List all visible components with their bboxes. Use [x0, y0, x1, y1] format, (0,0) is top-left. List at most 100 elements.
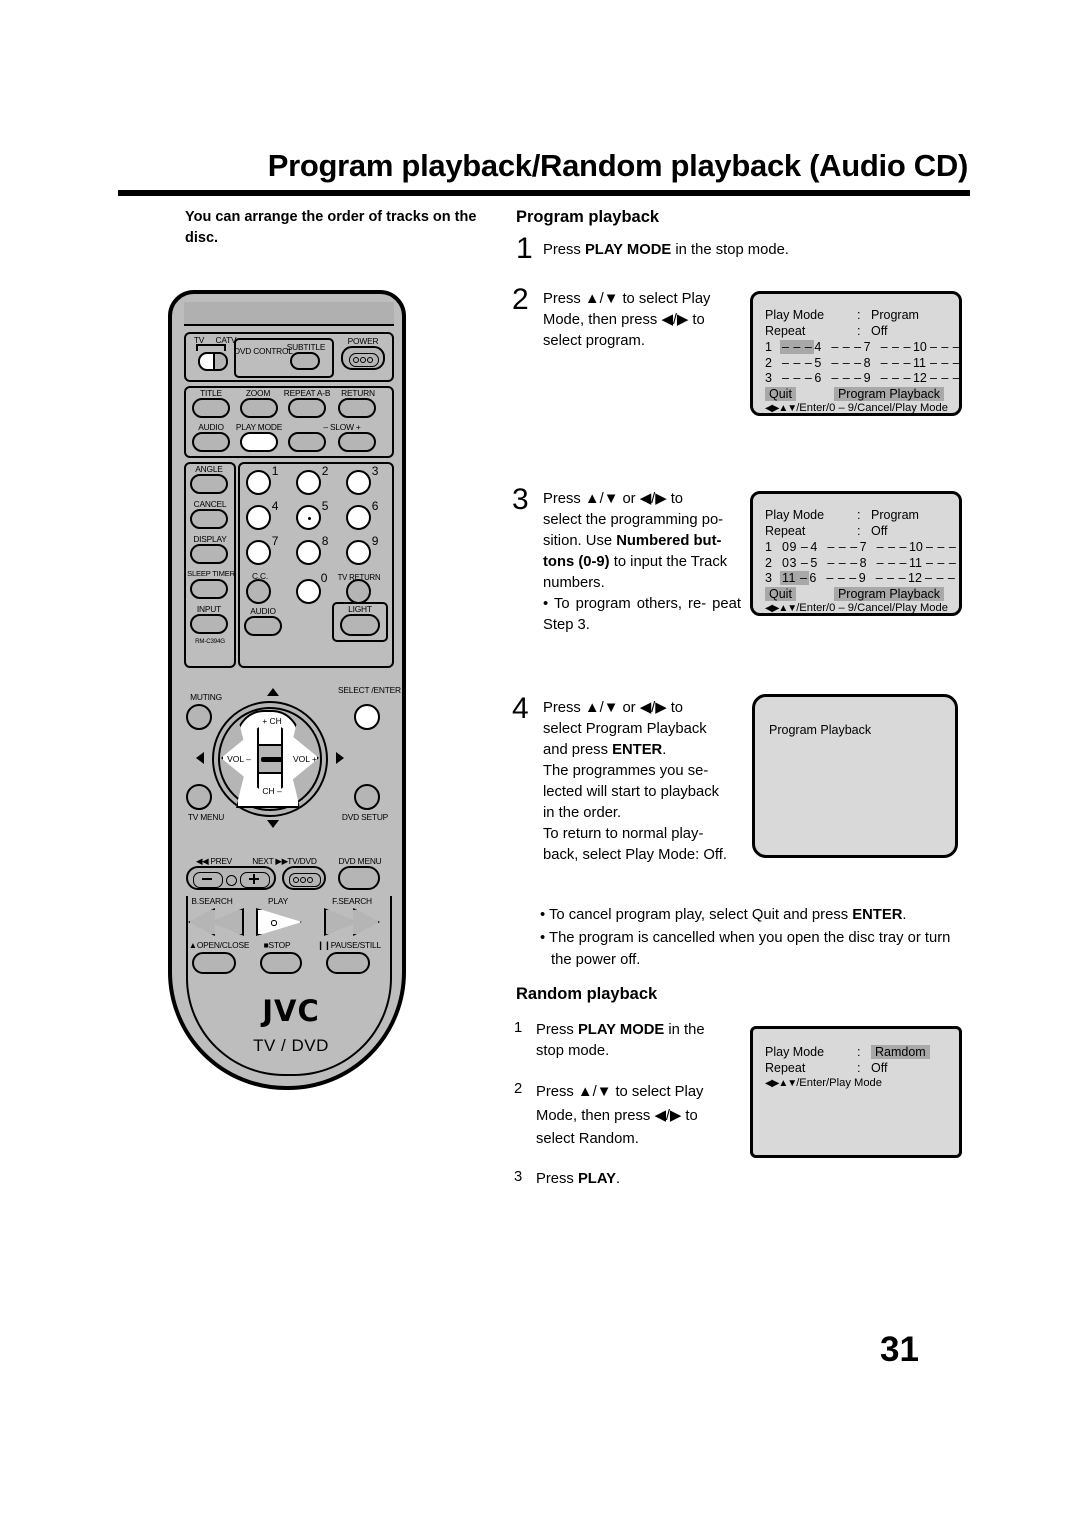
label-play: PLAY — [268, 896, 288, 906]
arrow-down-icon — [267, 820, 279, 828]
heading-random-playback: Random playback — [516, 985, 658, 1003]
osd-action-row-step3: Quit Program Playback — [765, 586, 949, 601]
zoom-button[interactable] — [240, 398, 278, 418]
track-row: 2– – – 5– – – 8– – – 11– – – — [765, 355, 961, 370]
cancel-button[interactable] — [190, 509, 228, 529]
random-step-number-2: 2 — [514, 1081, 523, 1097]
track-row: 1 09 – 4– – – 7– – – 10– – – — [765, 540, 957, 554]
label-number-0: 0 — [320, 571, 328, 585]
osd-track-grid-step3: 1 09 – 4– – – 7– – – 10– – – 2 03 – 5– – –… — [765, 540, 957, 585]
osd-screen-step4: Program Playback — [752, 694, 958, 858]
osd-step4-message: Program Playback — [769, 723, 872, 737]
step-number-2: 2 — [512, 283, 529, 316]
osd-quit-button[interactable]: Quit — [765, 386, 796, 401]
label-stop: ■STOP — [263, 940, 291, 950]
osd-screen-step2: Play Mode : Program Repeat : Off 1– – – … — [750, 291, 962, 416]
dvd-menu-button[interactable] — [338, 866, 380, 890]
dvd-setup-button[interactable] — [354, 784, 380, 810]
pause-still-button[interactable] — [326, 952, 370, 974]
osd-step2-content: Play Mode : Program Repeat : Off 1– – – … — [765, 308, 961, 414]
label-angle: ANGLE — [195, 464, 223, 474]
navigation-dpad: + CH CH – VOL – VOL + — [212, 701, 328, 817]
select-enter-button[interactable] — [354, 704, 380, 730]
osd-random-content: Play Mode : Ramdom Repeat : Off ◀▶▲▼/Ent… — [765, 1045, 949, 1089]
angle-button[interactable] — [190, 474, 228, 494]
title-divider — [118, 190, 970, 196]
return-button[interactable] — [338, 398, 376, 418]
label-sleep-timer: SLEEP TIMER — [187, 569, 235, 578]
tv-catv-switch[interactable] — [198, 352, 228, 371]
label-slow: – SLOW + — [323, 422, 361, 432]
label-repeat-ab: REPEAT A-B — [283, 388, 331, 398]
osd-program-playback-button[interactable]: Program Playback — [833, 386, 945, 401]
osd-screen-random: Play Mode : Ramdom Repeat : Off ◀▶▲▼/Ent… — [750, 1026, 962, 1158]
power-button[interactable] — [341, 346, 385, 370]
osd-row-repeat: Repeat : Off — [765, 1061, 888, 1075]
title-button[interactable] — [192, 398, 230, 418]
play-mode-button[interactable] — [240, 432, 278, 452]
page-title: Program playback/Random playback (Audio … — [267, 148, 969, 183]
display-button[interactable] — [190, 544, 228, 564]
label-number-3: 3 — [371, 464, 379, 478]
tv-return-button[interactable] — [346, 579, 371, 604]
label-audio-2: AUDIO — [250, 606, 276, 616]
page-number: 31 — [880, 1330, 919, 1369]
audio-button[interactable] — [192, 432, 230, 452]
track-row: 1– – – 4– – – 7– – – 10– – – — [765, 340, 961, 354]
random-step-text-1: Press PLAY MODE in the stop mode. — [536, 1022, 705, 1059]
label-f-search: F.SEARCH — [332, 896, 372, 906]
repeat-ab-button[interactable] — [288, 398, 326, 418]
label-select-enter: SELECT /ENTER — [338, 685, 401, 695]
step-number-3: 3 — [512, 483, 529, 516]
label-dvd-menu: DVD MENU — [338, 856, 382, 866]
label-number-2: 2 — [321, 464, 329, 478]
muting-button[interactable] — [186, 704, 212, 730]
input-button[interactable] — [190, 614, 228, 634]
osd-track-grid-step2: 1– – – 4– – – 7– – – 10– – – 2– – – 5– –… — [765, 340, 961, 385]
label-ch-plus: + CH — [262, 716, 282, 726]
label-muting: MUTING — [190, 692, 222, 702]
step-number-4: 4 — [512, 692, 529, 725]
stop-button[interactable] — [260, 952, 302, 974]
osd-action-row-step2: Quit Program Playback — [765, 386, 949, 401]
random-step-text-2: Press ▲/▼ to select Play Mode, then pres… — [536, 1084, 704, 1148]
osd-quit-button[interactable]: Quit — [765, 586, 796, 601]
label-prev: ◀◀ PREV — [196, 856, 232, 866]
slow-minus-button[interactable] — [288, 432, 326, 452]
step-text-2: Press ▲/▼ to select Play Mode, then pres… — [543, 291, 711, 349]
label-play-mode: PLAY MODE — [235, 422, 283, 432]
tv-dvd-button[interactable] — [282, 866, 326, 890]
label-number-7: 7 — [271, 534, 279, 548]
track-row: 3 11 – 6– – – 9– – – 12– – – — [765, 571, 956, 585]
osd-screen-step3: Play Mode : Program Repeat : Off 1 09 – 4… — [750, 491, 962, 616]
tv-menu-button[interactable] — [186, 784, 212, 810]
label-subtitle: SUBTITLE — [286, 342, 326, 352]
audio-2-button[interactable] — [244, 616, 282, 636]
open-close-button[interactable] — [192, 952, 236, 974]
dpad-center[interactable] — [261, 757, 283, 762]
step-text-3: Press ▲/▼ or ◀/▶ to select the programmi… — [543, 491, 741, 633]
heading-program-playback: Program playback — [516, 208, 660, 226]
cc-button[interactable] — [246, 579, 271, 604]
prev-next-rocker[interactable] — [186, 866, 276, 890]
subtitle-button[interactable] — [290, 352, 320, 370]
osd-program-playback-button[interactable]: Program Playback — [833, 586, 945, 601]
random-step-number-1: 1 — [514, 1020, 523, 1036]
label-tv-menu: TV MENU — [187, 812, 225, 822]
osd-play-mode-value[interactable]: Ramdom — [871, 1045, 930, 1059]
program-note-2: • The program is cancelled when you open… — [540, 930, 951, 968]
label-title: TITLE — [200, 388, 222, 398]
manual-page: Program playback/Random playback (Audio … — [0, 0, 1080, 1528]
arrow-up-icon — [267, 688, 279, 696]
random-step-text-3: Press PLAY. — [536, 1171, 621, 1187]
osd-row-play-mode: Play Mode : Program — [765, 508, 919, 522]
light-button[interactable] — [340, 614, 380, 636]
slow-plus-button[interactable] — [338, 432, 376, 452]
label-dvd-setup: DVD SETUP — [341, 812, 389, 822]
step-text-1: Press PLAY MODE in the stop mode. — [543, 242, 789, 258]
label-vol-plus: VOL + — [292, 754, 318, 764]
label-return: RETURN — [341, 388, 375, 398]
program-notes: • To cancel program play, select Quit an… — [540, 905, 972, 973]
sleep-timer-button[interactable] — [190, 579, 228, 599]
label-vol-minus: VOL – — [227, 754, 251, 764]
